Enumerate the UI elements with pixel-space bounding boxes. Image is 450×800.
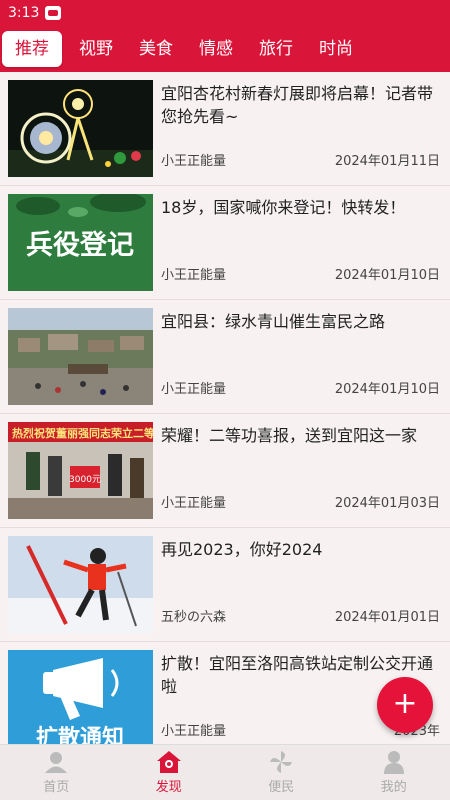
article-date: 2024年01月03日 [334,496,440,511]
article-source: 小王正能量 [161,154,227,169]
nav-services[interactable]: 便民 [225,745,338,800]
article-source: 小王正能量 [161,268,227,283]
article-title[interactable]: 18岁，国家喊你来登记！快转发！ [161,196,443,219]
nav-home-label: 首页 [43,780,70,795]
thumbnail-text: 扩散通知 [36,725,124,744]
article-thumbnail-lantern [8,80,153,177]
tab-vision[interactable]: 视野 [66,31,126,67]
app-notification-icon [45,6,62,20]
discover-house-icon [156,751,181,773]
article-item[interactable]: 再见2023，你好2024 五秒の六森 2024年01月01日 [0,528,450,642]
nav-home[interactable]: 首页 [0,745,113,800]
article-thumbnail-enlistment: 兵役登记 [8,194,153,291]
article-thumbnail-notice: 扩散通知 [8,650,153,744]
thumbnail-sub-text: 3000元 [69,475,101,485]
article-thumbnail-award: 热烈祝贺董丽强同志荣立二等功 3000元 [8,422,153,519]
home-person-icon [45,752,68,773]
status-time: 3:13 [8,5,40,21]
tab-recommended[interactable]: 推荐 [2,31,62,67]
article-title[interactable]: 宜阳县：绿水青山催生富民之路 [161,310,443,333]
article-date: 2024年01月10日 [334,268,440,283]
tab-fashion[interactable]: 时尚 [306,31,366,67]
status-bar: 3:13 [0,0,450,26]
article-title[interactable]: 宜阳杏花村新春灯展即将启幕！记者带您抢先看~ [161,82,443,128]
article-source: 小王正能量 [161,382,227,397]
article-source: 小王正能量 [161,724,227,739]
nav-profile[interactable]: 我的 [338,745,450,800]
tab-food[interactable]: 美食 [126,31,186,67]
article-item[interactable]: 兵役登记 18岁，国家喊你来登记！快转发！ 小王正能量 2024年01月10日 [0,186,450,300]
profile-icon [383,751,404,774]
article-date: 2024年01月10日 [334,382,440,397]
nav-discover-label: 发现 [155,780,182,795]
article-date: 2024年01月11日 [334,154,440,169]
article-title[interactable]: 荣耀！二等功喜报，送到宜阳这一家 [161,424,443,447]
bottom-navigation: 首页 发现 便民 我的 [0,744,450,800]
tab-travel[interactable]: 旅行 [246,31,306,67]
article-source: 小王正能量 [161,496,227,511]
article-source: 五秒の六森 [161,610,227,625]
thumbnail-banner-text: 热烈祝贺董丽强同志荣立二等功 [12,426,153,440]
nav-services-label: 便民 [268,780,295,795]
article-item[interactable]: 宜阳县：绿水青山催生富民之路 小王正能量 2024年01月10日 [0,300,450,414]
article-item[interactable]: 热烈祝贺董丽强同志荣立二等功 3000元 荣耀！二等功喜报，送到宜阳这一家 小王… [0,414,450,528]
tab-emotion[interactable]: 情感 [186,31,246,67]
article-feed: 宜阳杏花村新春灯展即将启幕！记者带您抢先看~ 小王正能量 2024年01月11日… [0,72,450,744]
nav-discover[interactable]: 发现 [113,745,226,800]
add-post-button[interactable]: + [377,677,433,733]
article-thumbnail-village [8,308,153,405]
nav-profile-label: 我的 [380,780,407,795]
article-thumbnail-skier [8,536,153,633]
article-date: 2024年01月01日 [334,610,440,625]
thumbnail-text: 兵役登记 [26,230,134,261]
article-title[interactable]: 再见2023，你好2024 [161,538,443,561]
article-item[interactable]: 宜阳杏花村新春灯展即将启幕！记者带您抢先看~ 小王正能量 2024年01月11日 [0,72,450,186]
pinwheel-icon [270,751,293,773]
category-tab-bar: 推荐 视野 美食 情感 旅行 时尚 [0,26,450,72]
